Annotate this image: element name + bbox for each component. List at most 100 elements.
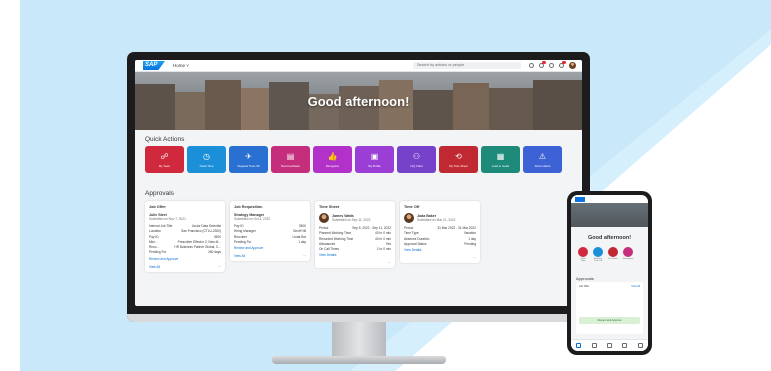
phone-qa-label: Recognize <box>623 258 634 260</box>
approvals-title: Approvals <box>145 190 174 197</box>
monitor-stand-neck <box>332 322 386 360</box>
quick-action-org-chart[interactable]: ⚇ Org Chart <box>397 146 436 173</box>
phone-quick-action-labels: Clock Time Request Time Off Set Goals Re… <box>578 258 633 262</box>
view-all-link[interactable]: View All <box>234 254 245 258</box>
approval-card[interactable]: Job Requisition Strategy Manager Submitted… <box>230 201 310 262</box>
quick-action-alert[interactable]: ⚠ Admin Alerts <box>523 146 562 173</box>
quick-action-team[interactable]: ☍ My Team <box>145 146 184 173</box>
quick-action-label: New Feedback <box>281 163 300 168</box>
card-action-link[interactable]: Review and Approve <box>149 256 221 262</box>
quick-action-feedback[interactable]: ▤ New Feedback <box>271 146 310 173</box>
sap-logo[interactable]: SAP <box>143 61 165 70</box>
card-submitted: Submitted on Sep 11, 2022 <box>332 218 371 222</box>
notifications-icon[interactable] <box>539 61 546 68</box>
monitor-chin <box>127 314 590 322</box>
quick-action-plane[interactable]: ✈ Request Time Off <box>229 146 268 173</box>
more-icon[interactable]: ··· <box>388 261 391 265</box>
field-value: 260 days <box>208 250 221 255</box>
phone-approval-card[interactable]: Job Offer View All <box>576 282 643 334</box>
inbox-icon[interactable] <box>591 343 597 348</box>
phone-greeting: Good afternoon! <box>587 235 632 241</box>
more-icon[interactable]: ··· <box>473 256 476 260</box>
card-footer: ··· <box>404 256 476 260</box>
field-value: Pending <box>464 241 476 246</box>
avatar <box>404 213 414 223</box>
home-menu[interactable]: Home ˅ <box>173 63 189 68</box>
phone-plane-icon[interactable] <box>593 247 603 257</box>
hero-banner: Good afternoon! <box>135 72 582 130</box>
sap-logo-small[interactable] <box>575 197 585 202</box>
feedback-icon: ▤ <box>286 151 295 161</box>
shell-bar: SAP Home ˅ Search by actions or people <box>135 60 582 72</box>
desktop-monitor: SAP Home ˅ Search by actions or people G… <box>127 52 590 322</box>
people-icon[interactable] <box>622 343 628 348</box>
approval-card[interactable]: Time Sheet James Watts Submitted on Sep 11… <box>315 201 395 269</box>
phone-qa-label: Set Goals <box>608 258 618 260</box>
field-value: 1 hr 0 min <box>376 247 391 252</box>
team-icon: ☍ <box>160 151 169 161</box>
search-icon[interactable] <box>606 343 612 348</box>
inbox-icon[interactable] <box>559 61 566 68</box>
quick-action-clock[interactable]: ◷ Clock Time <box>187 146 226 173</box>
avatar <box>319 213 329 223</box>
thumbs-up-icon: 👍 <box>327 151 338 161</box>
quick-action-thumbs-up[interactable]: 👍 Recognize <box>313 146 352 173</box>
desktop-screen: SAP Home ˅ Search by actions or people G… <box>135 60 582 306</box>
card-footer: View All ··· <box>149 265 221 269</box>
card-action-link[interactable]: Review and Approve <box>234 245 306 251</box>
quick-action-label: My Team <box>158 163 171 168</box>
approval-card[interactable]: Time Off Jada Baker Submitted on Mar 21, 2… <box>400 201 480 264</box>
card-title: Job Requisition <box>234 205 263 209</box>
quick-action-label: Admin Alerts <box>534 163 551 168</box>
phone-card-title: Job Offer <box>579 285 590 288</box>
phone-approvals-title: Approvals <box>576 276 594 281</box>
org-chart-icon: ⚇ <box>412 151 421 161</box>
field-value: 1 day <box>298 239 306 244</box>
quick-action-timesheet[interactable]: ⟲ My Time Sheet <box>439 146 478 173</box>
search-input[interactable]: Search by actions or people <box>413 62 521 69</box>
field-label: Pending For <box>149 250 167 255</box>
card-action-link[interactable]: View Details <box>404 247 476 253</box>
approval-card[interactable]: Job Offer Julie Steel Submitted on Nov 7, … <box>145 201 225 272</box>
approval-cards: Job Offer Julie Steel Submitted on Nov 7, … <box>145 201 480 272</box>
goals-icon: ▦ <box>496 151 505 161</box>
profile-icon: ▣ <box>370 151 379 161</box>
phone-screen: Good afternoon! Clock Time Request Time … <box>571 195 648 351</box>
view-all-link[interactable]: View All <box>149 265 160 269</box>
search-icon[interactable] <box>529 63 534 68</box>
phone-thumbs-up-icon[interactable] <box>623 247 633 257</box>
quick-action-goals[interactable]: ▦ Lead to Goals <box>481 146 520 173</box>
home-icon[interactable] <box>576 343 582 348</box>
phone-quick-actions <box>578 247 633 257</box>
menu-icon[interactable] <box>637 343 643 348</box>
shell-actions <box>529 61 576 69</box>
plane-icon: ✈ <box>245 151 252 161</box>
card-footer: ··· <box>319 261 391 265</box>
phone-clock-icon[interactable] <box>578 247 588 257</box>
more-icon[interactable]: ··· <box>218 265 221 269</box>
phone-qa-label: Clock Time <box>580 258 586 262</box>
phone-shell-bar <box>571 195 648 203</box>
card-person: Jada Baker Submitted on Mar 21, 2022 <box>404 213 476 223</box>
phone-qa-label: Request Time Off <box>593 258 603 262</box>
card-title: Job Offer <box>149 205 166 209</box>
quick-action-profile[interactable]: ▣ My Profile <box>355 146 394 173</box>
alert-icon: ⚠ <box>538 151 547 161</box>
phone-review-approve-button[interactable]: Review and Approve <box>579 317 640 324</box>
avatar[interactable] <box>569 62 576 69</box>
menu-icon[interactable] <box>549 63 554 68</box>
quick-action-label: Org Chart <box>410 163 423 168</box>
card-person: James Watts Submitted on Sep 11, 2022 <box>319 213 391 223</box>
quick-action-label: Recognize <box>325 163 340 168</box>
quick-action-label: Clock Time <box>199 163 214 168</box>
card-action-link[interactable]: View Details <box>319 252 391 258</box>
quick-action-label: My Time Sheet <box>449 163 468 168</box>
more-icon[interactable]: ··· <box>303 254 306 258</box>
marketing-scene: SAP Home ˅ Search by actions or people G… <box>0 0 771 371</box>
card-submitted: Submitted on Oct 4, 2022 <box>234 217 271 221</box>
phone-view-all-link[interactable]: View All <box>631 285 640 289</box>
phone-goals-icon[interactable] <box>608 247 618 257</box>
card-title: Time Sheet <box>319 205 340 209</box>
card-submitted: Submitted on Nov 7, 2021 <box>149 217 186 221</box>
card-field: Location San Francisco (CTLU-2300) <box>149 229 221 234</box>
